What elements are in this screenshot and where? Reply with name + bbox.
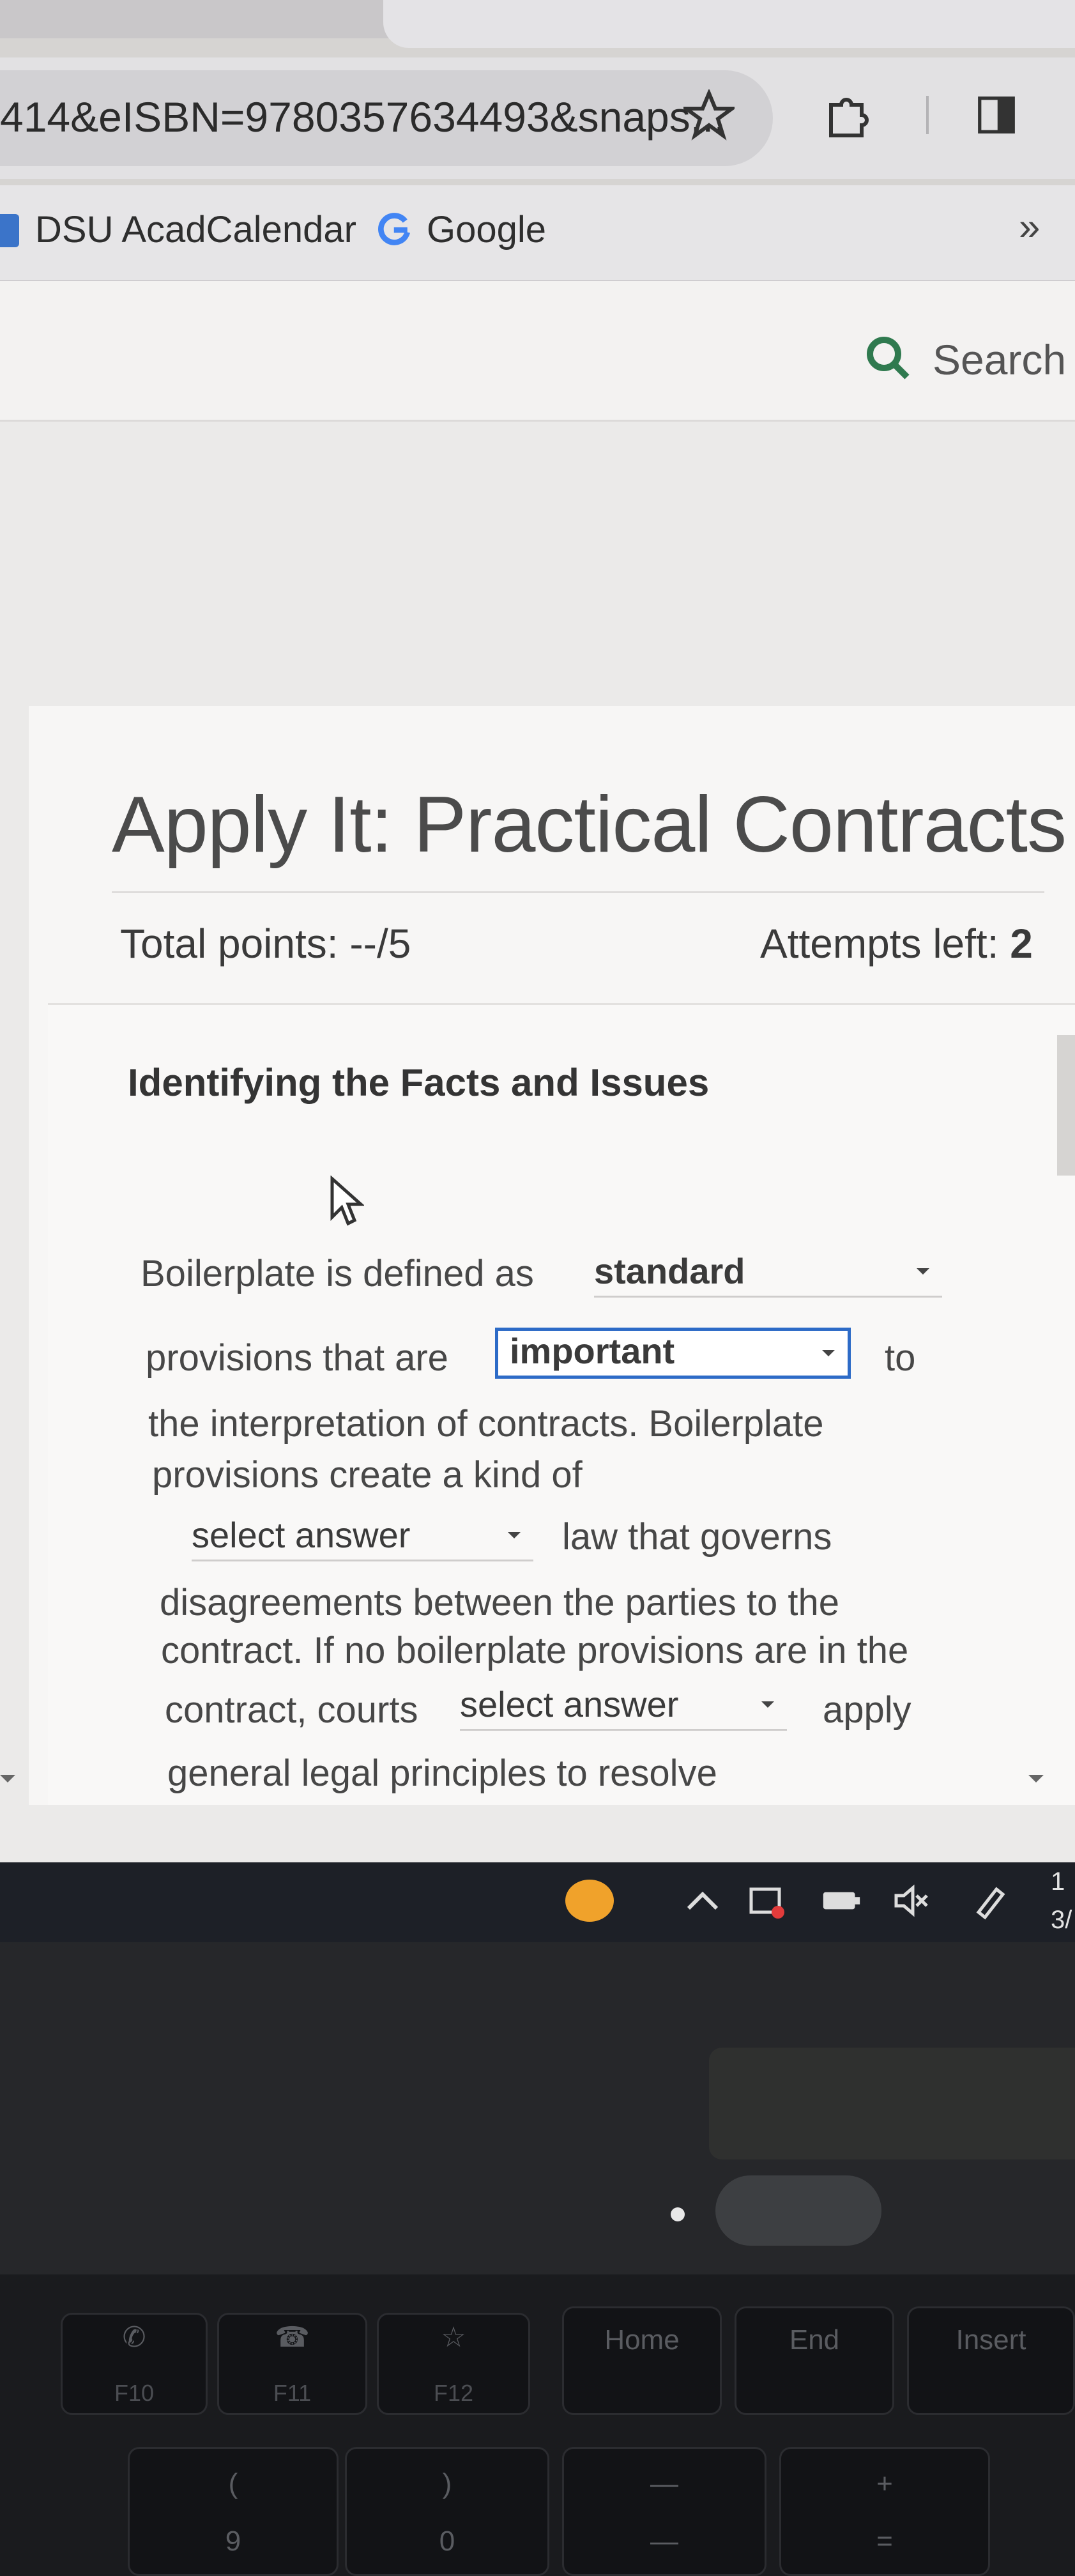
- end-call-icon: ☎: [275, 2322, 310, 2353]
- browser-tab-strip: [0, 0, 1075, 48]
- total-points: Total points: --/5: [120, 921, 411, 967]
- dropdown-value: select answer: [192, 1515, 411, 1555]
- minus-key[interactable]: — —: [562, 2447, 766, 2576]
- dropdown-value: select answer: [460, 1684, 679, 1724]
- mouse-cursor-icon: [330, 1176, 364, 1226]
- question-text-line: contract. If no boilerplate provisions a…: [161, 1630, 909, 1671]
- dropdown-arrow-icon: [761, 1701, 774, 1708]
- taskbar-app-icon[interactable]: [565, 1880, 614, 1922]
- laptop-bezel-strip: [709, 2048, 1075, 2159]
- phone-icon: ✆: [122, 2322, 146, 2353]
- f12-key[interactable]: ☆ F12: [377, 2313, 530, 2415]
- dropdown-value: important: [510, 1331, 675, 1371]
- key-label: F10: [114, 2380, 155, 2406]
- key-label: F12: [433, 2380, 474, 2406]
- key-label: End: [789, 2324, 840, 2356]
- calendar-bookmark-icon: [0, 214, 19, 247]
- question-heading: Identifying the Facts and Issues: [128, 1061, 710, 1104]
- question-text-line: contract, courts: [165, 1689, 418, 1731]
- show-hidden-icons-caret-icon[interactable]: [683, 1888, 722, 1913]
- question-text-line: provisions create a kind of: [152, 1454, 583, 1496]
- search-label[interactable]: Search t: [933, 335, 1075, 384]
- fingerprint-reader-icon: [715, 2175, 881, 2246]
- toolbar-divider: [926, 96, 929, 134]
- clock-time: 1: [1051, 1867, 1065, 1896]
- question-text-line: the interpretation of contracts. Boilerp…: [148, 1403, 824, 1445]
- bookmark-star-icon[interactable]: [683, 89, 735, 141]
- insert-key[interactable]: Insert: [907, 2306, 1075, 2415]
- key-label: F11: [273, 2380, 312, 2406]
- question-text-line: law that governs: [562, 1516, 832, 1558]
- key-label: 9: [225, 2526, 241, 2557]
- extensions-puzzle-icon[interactable]: [821, 89, 872, 141]
- question-text-line: disagreements between the parties to the: [160, 1582, 839, 1623]
- question-text-line: provisions that are: [146, 1337, 448, 1379]
- dropdown-arrow-icon: [508, 1532, 521, 1538]
- f10-key[interactable]: ✆ F10: [61, 2313, 208, 2415]
- pen-icon[interactable]: [971, 1882, 1009, 1920]
- page-header: [0, 281, 1075, 422]
- more-bookmarks-chevron-icon[interactable]: »: [1019, 204, 1040, 249]
- dropdown-definition[interactable]: standard: [594, 1249, 942, 1298]
- meet-now-icon[interactable]: [747, 1882, 786, 1920]
- end-key[interactable]: End: [735, 2306, 894, 2415]
- address-bar-url[interactable]: 414&eISBN=9780357634493&snaps...: [0, 88, 726, 146]
- bookmark-google[interactable]: Google: [427, 204, 546, 256]
- battery-icon[interactable]: [821, 1888, 862, 1913]
- key-label: —: [650, 2468, 678, 2499]
- scroll-down-arrow-icon[interactable]: [1028, 1775, 1044, 1782]
- attempts-value: 2: [1010, 921, 1033, 967]
- side-panel-icon[interactable]: [974, 93, 1019, 137]
- key-label: 0: [439, 2526, 455, 2557]
- dropdown-law-type[interactable]: select answer: [192, 1513, 533, 1561]
- home-key[interactable]: Home: [562, 2306, 722, 2415]
- page-title: Apply It: Practical Contracts: [112, 781, 1067, 869]
- scroll-left-arrow-icon[interactable]: [0, 1775, 15, 1782]
- key-label: +: [876, 2468, 893, 2499]
- volume-muted-icon[interactable]: [891, 1882, 929, 1920]
- question-text-line: Boilerplate is defined as: [141, 1253, 534, 1294]
- zero-key[interactable]: ) 0: [345, 2447, 549, 2576]
- dropdown-arrow-icon: [917, 1268, 929, 1275]
- attempts-label: Attempts left:: [760, 921, 999, 967]
- key-label: ): [442, 2468, 452, 2499]
- key-label: (: [228, 2468, 238, 2499]
- dropdown-arrow-icon: [822, 1350, 835, 1356]
- key-label: Home: [604, 2324, 680, 2356]
- question-text-line: to: [885, 1337, 916, 1379]
- key-label: =: [876, 2526, 893, 2557]
- question-text-line: general legal principles to resolve: [167, 1752, 717, 1794]
- attempts-left: Attempts left: 2: [760, 920, 1033, 967]
- dropdown-importance[interactable]: important: [495, 1328, 851, 1379]
- star-key-icon: ☆: [441, 2322, 466, 2353]
- taskbar-clock[interactable]: 1 3/: [1051, 1862, 1072, 1939]
- title-divider: [112, 891, 1044, 893]
- nine-key[interactable]: ( 9: [128, 2447, 339, 2576]
- key-label: —: [650, 2526, 678, 2557]
- scrollbar-thumb[interactable]: [1057, 1035, 1075, 1176]
- bookmark-dsu-acadcalendar[interactable]: DSU AcadCalendar: [35, 204, 356, 256]
- key-label: Insert: [956, 2324, 1026, 2356]
- dropdown-court-action[interactable]: select answer: [460, 1682, 787, 1731]
- indicator-light: [671, 2207, 685, 2221]
- question-text-line: apply: [823, 1689, 911, 1731]
- f11-key[interactable]: ☎ F11: [217, 2313, 367, 2415]
- search-icon[interactable]: [862, 332, 913, 383]
- google-icon: [377, 213, 410, 245]
- dropdown-value: standard: [594, 1251, 745, 1291]
- clock-date: 3/: [1051, 1906, 1072, 1934]
- plus-key[interactable]: + =: [779, 2447, 990, 2576]
- browser-tab[interactable]: [383, 0, 1075, 48]
